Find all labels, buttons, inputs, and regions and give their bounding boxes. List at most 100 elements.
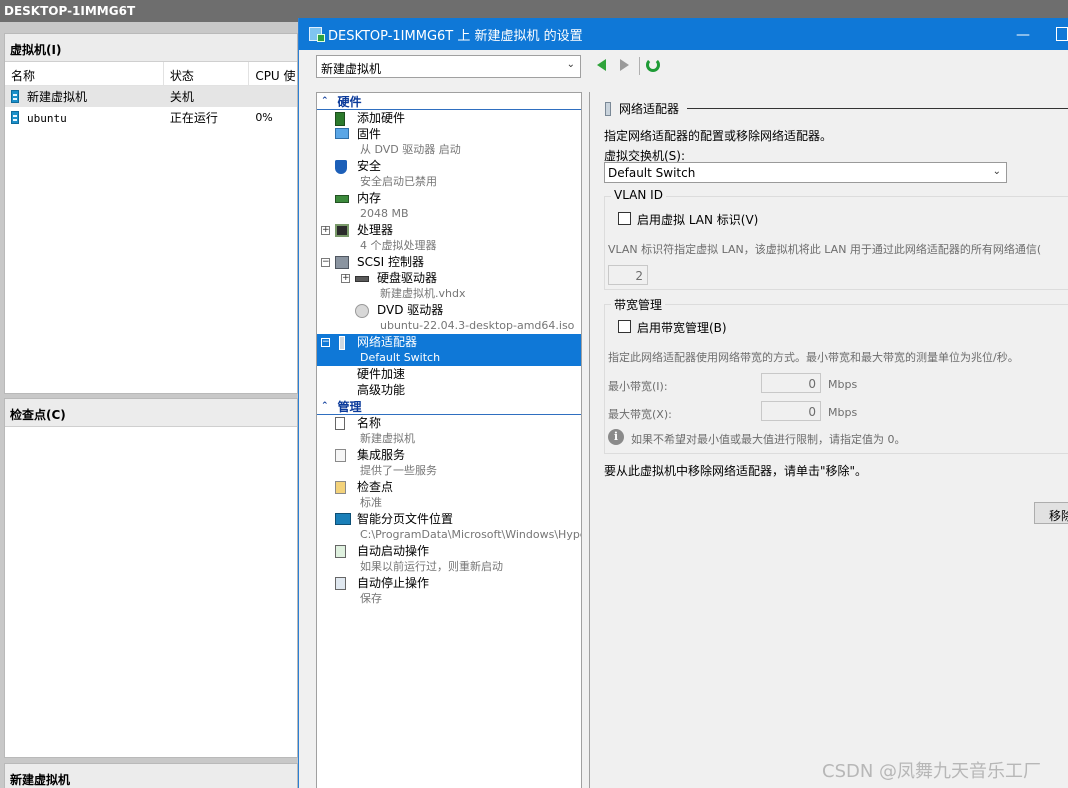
tree-item-checkpoints[interactable]: 检查点 标准 [317, 479, 581, 511]
virtual-switch-select[interactable]: Default Switch ⌄ [604, 162, 1007, 183]
vm-selector[interactable]: 新建虚拟机 ⌄ [316, 55, 581, 78]
tree-item-label: 硬盘驱动器 [377, 271, 438, 285]
vm-icon [11, 90, 19, 103]
tree-item-label: SCSI 控制器 [357, 255, 424, 269]
integration-services-icon [335, 449, 346, 462]
column-state[interactable]: 状态 [164, 62, 250, 85]
settings-icon [309, 27, 325, 42]
hard-drive-icon [355, 276, 369, 282]
heading-divider [687, 108, 1068, 109]
tree-item-detail: 如果以前运行过，则重新启动 [360, 560, 503, 573]
tree-item-memory[interactable]: 内存 2048 MB [317, 190, 581, 222]
tree-item-label: 自动停止操作 [357, 576, 430, 590]
tree-item-label: 智能分页文件位置 [357, 512, 454, 526]
tree-item-detail: 安全启动已禁用 [360, 175, 437, 188]
tree-item-auto-stop[interactable]: 自动停止操作 保存 [317, 575, 581, 607]
max-bandwidth-label: 最大带宽(X): [608, 408, 672, 421]
max-bandwidth-field[interactable]: 0 [761, 401, 821, 421]
hardware-section-title: 硬件 [337, 94, 362, 109]
tree-item-scsi-controller[interactable]: − SCSI 控制器 [317, 254, 581, 270]
forward-arrow-icon[interactable] [620, 59, 629, 71]
tree-item-auto-start[interactable]: 自动启动操作 如果以前运行过，则重新启动 [317, 543, 581, 575]
tree-item-label: DVD 驱动器 [377, 303, 444, 317]
column-name[interactable]: 名称 [5, 62, 164, 85]
bandwidth-checkbox-label[interactable]: 启用带宽管理(B) [637, 319, 727, 336]
vm-selector-value: 新建虚拟机 [321, 62, 382, 76]
tree-item-smart-paging[interactable]: 智能分页文件位置 C:\ProgramData\Microsoft\Window… [317, 511, 581, 543]
vlan-checkbox-label[interactable]: 启用虚拟 LAN 标识(V) [637, 211, 758, 228]
auto-stop-icon [335, 577, 346, 590]
tree-item-firmware[interactable]: 固件 从 DVD 驱动器 启动 [317, 126, 581, 158]
tree-item-security[interactable]: 安全 安全启动已禁用 [317, 158, 581, 190]
vm-row[interactable]: ubuntu 正在运行 0% [5, 107, 297, 128]
vm-state: 正在运行 [169, 111, 218, 125]
tree-item-hardware-acceleration[interactable]: 硬件加速 [317, 366, 581, 382]
column-cpu[interactable]: CPU 使 [249, 62, 297, 85]
tree-item-detail: 保存 [360, 592, 382, 605]
memory-icon [335, 195, 349, 203]
network-adapter-icon [605, 101, 611, 116]
remove-button[interactable]: 移除 [1034, 502, 1068, 524]
details-pane: 新建虚拟机 [4, 763, 298, 788]
settings-tree: ⌃ 硬件 添加硬件 固件 从 DVD 驱动器 启动 安全 安全启动已禁用 内存 … [316, 92, 582, 788]
vlan-checkbox[interactable] [618, 212, 631, 225]
bandwidth-info-text: 如果不希望对最小值或最大值进行限制，请指定值为 0。 [631, 433, 906, 446]
shield-icon [335, 160, 347, 174]
dvd-disc-icon [355, 304, 369, 318]
vm-pane-title: 虚拟机(I) [5, 34, 297, 62]
tree-item-label: 添加硬件 [357, 111, 406, 125]
collapse-icon: ⌃ [321, 96, 329, 106]
management-section-header[interactable]: ⌃ 管理 [317, 398, 581, 415]
dialog-title-bar[interactable]: DESKTOP-1IMMG6T 上 新建虚拟机 的设置 — [299, 18, 1068, 50]
dialog-title: DESKTOP-1IMMG6T 上 新建虚拟机 的设置 [328, 28, 583, 44]
vlan-group: VLAN ID 启用虚拟 LAN 标识(V) VLAN 标识符指定虚拟 LAN，… [604, 188, 1068, 290]
tree-item-detail: 从 DVD 驱动器 启动 [360, 143, 461, 156]
tree-item-add-hardware[interactable]: 添加硬件 [317, 110, 581, 126]
tree-item-label: 安全 [357, 159, 382, 173]
info-icon: i [608, 429, 624, 445]
tree-item-label: 网络适配器 [357, 335, 418, 349]
vm-list-pane: 虚拟机(I) 名称 状态 CPU 使 新建虚拟机 关机 ubuntu 正在运行 … [4, 33, 298, 394]
max-bandwidth-unit: Mbps [828, 406, 858, 419]
scsi-controller-icon [335, 256, 349, 269]
network-adapter-panel: 网络适配器 指定网络适配器的配置或移除网络适配器。 虚拟交换机(S): Defa… [589, 92, 1068, 788]
smart-paging-icon [335, 513, 351, 525]
expand-icon[interactable]: + [341, 274, 350, 283]
min-bandwidth-field[interactable]: 0 [761, 373, 821, 393]
hardware-section-header[interactable]: ⌃ 硬件 [317, 93, 581, 110]
tree-item-network-adapter[interactable]: − 网络适配器 Default Switch [317, 334, 581, 366]
expand-icon[interactable]: + [321, 226, 330, 235]
tree-item-hard-drive[interactable]: + 硬盘驱动器 新建虚拟机.vhdx [317, 270, 581, 302]
panel-heading: 网络适配器 [605, 100, 1068, 117]
vm-cpu: 0% [255, 111, 273, 124]
vlan-id-field[interactable]: 2 [608, 265, 648, 285]
vm-row[interactable]: 新建虚拟机 关机 [5, 86, 297, 107]
minimize-button[interactable]: — [1016, 27, 1030, 43]
bandwidth-checkbox[interactable] [618, 320, 631, 333]
vm-icon [11, 110, 19, 124]
tree-item-advanced-features[interactable]: 高级功能 [317, 382, 581, 398]
collapse-icon[interactable]: − [321, 258, 330, 267]
name-tag-icon [335, 417, 345, 430]
back-arrow-icon[interactable] [597, 59, 606, 71]
tree-item-label: 自动启动操作 [357, 544, 430, 558]
refresh-icon[interactable] [646, 58, 660, 72]
bandwidth-group: 带宽管理 启用带宽管理(B) 指定此网络适配器使用网络带宽的方式。最小带宽和最大… [604, 296, 1068, 454]
add-hardware-icon [335, 112, 345, 126]
checkpoint-pane: 检查点(C) [4, 398, 298, 758]
processor-icon [335, 224, 349, 237]
tree-item-label: 固件 [357, 127, 382, 141]
checkpoint-icon [335, 481, 346, 494]
collapse-icon[interactable]: − [321, 338, 330, 347]
tree-item-label: 名称 [357, 416, 382, 430]
tree-item-integration-services[interactable]: 集成服务 提供了一些服务 [317, 447, 581, 479]
panel-description: 指定网络适配器的配置或移除网络适配器。 [604, 129, 833, 143]
tree-item-detail: 新建虚拟机 [360, 432, 415, 445]
tree-item-detail: 4 个虚拟处理器 [360, 239, 437, 252]
maximize-button[interactable] [1056, 27, 1068, 41]
tree-item-name[interactable]: 名称 新建虚拟机 [317, 415, 581, 447]
tree-item-dvd-drive[interactable]: DVD 驱动器 ubuntu-22.04.3-desktop-amd64.iso [317, 302, 581, 334]
tree-item-label: 检查点 [357, 480, 394, 494]
tree-item-processor[interactable]: + 处理器 4 个虚拟处理器 [317, 222, 581, 254]
vlan-hint: VLAN 标识符指定虚拟 LAN，该虚拟机将此 LAN 用于通过此网络适配器的所… [608, 243, 1042, 256]
